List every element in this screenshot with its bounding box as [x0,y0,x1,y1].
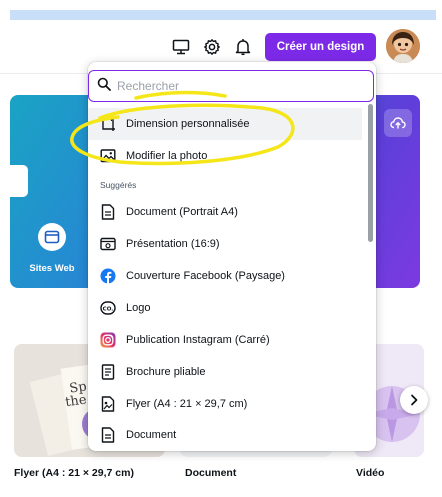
flyer-icon [100,396,116,412]
menu-item-presentation[interactable]: Présentation (16:9) [88,228,362,260]
dropdown-scrollbar[interactable] [368,104,373,242]
menu-item-label: Dimension personnalisée [126,118,250,130]
suggested-section-label: Suggérés [100,180,137,190]
monitor-icon[interactable] [170,36,192,58]
menu-item-folded-brochure[interactable]: Brochure pliable [88,356,362,388]
menu-item-label: Logo [126,302,151,314]
browser-strip [10,10,436,20]
carousel-next-button[interactable] [400,386,428,414]
facebook-icon [100,268,116,284]
document-icon [100,204,116,220]
instagram-icon [100,332,116,348]
menu-item-label: Modifier la photo [126,150,208,162]
menu-item-custom-size[interactable]: Dimension personnalisée [88,108,362,140]
svg-text:the: the [64,392,87,410]
menu-item-label: Brochure pliable [126,366,206,378]
menu-item-logo[interactable]: CO. Logo [88,292,362,324]
card-label-video: Vidéo [356,467,385,479]
svg-text:CO.: CO. [103,306,114,312]
cloud-upload-icon[interactable] [384,109,412,137]
website-icon[interactable] [38,223,66,251]
menu-item-label: Document [126,429,177,441]
menu-item-label: Document (Portrait A4) [126,206,238,218]
card-label-document: Document [185,467,237,479]
avatar[interactable] [386,29,420,63]
canva-home-page: Créer un design Sites Web Sp the Flyer (… [0,0,442,497]
presentation-icon [100,236,116,252]
create-design-button[interactable]: Créer un design [265,33,376,61]
custom-size-icon [100,116,116,132]
hero-sites-label[interactable]: Sites Web [22,263,82,274]
menu-item-flyer-a4[interactable]: Flyer (A4 : 21 × 29,7 cm) [88,388,362,420]
menu-item-facebook-cover[interactable]: Couverture Facebook (Paysage) [88,260,362,292]
create-design-dropdown: Dimension personnalisée Modifier la phot… [88,62,376,451]
menu-item-label: Présentation (16:9) [126,238,220,250]
logo-icon: CO. [100,300,116,316]
search-input[interactable] [117,79,337,93]
document-icon [100,427,116,443]
gear-icon[interactable] [201,36,223,58]
menu-item-label: Couverture Facebook (Paysage) [126,270,285,282]
menu-item-instagram-post[interactable]: Publication Instagram (Carré) [88,324,362,356]
menu-item-label: Publication Instagram (Carré) [126,334,270,346]
menu-item-label: Flyer (A4 : 21 × 29,7 cm) [126,398,248,410]
bell-icon[interactable] [232,36,254,58]
search-field[interactable] [88,70,374,102]
menu-item-document[interactable]: Document [88,419,362,451]
card-label-flyer: Flyer (A4 : 21 × 29,7 cm) [14,467,134,479]
menu-item-document-a4[interactable]: Document (Portrait A4) [88,196,362,228]
brochure-icon [100,364,116,380]
menu-item-edit-photo[interactable]: Modifier la photo [88,140,362,172]
search-icon [97,77,111,96]
photo-edit-icon [100,148,116,164]
hero-side-tab[interactable] [10,165,28,197]
